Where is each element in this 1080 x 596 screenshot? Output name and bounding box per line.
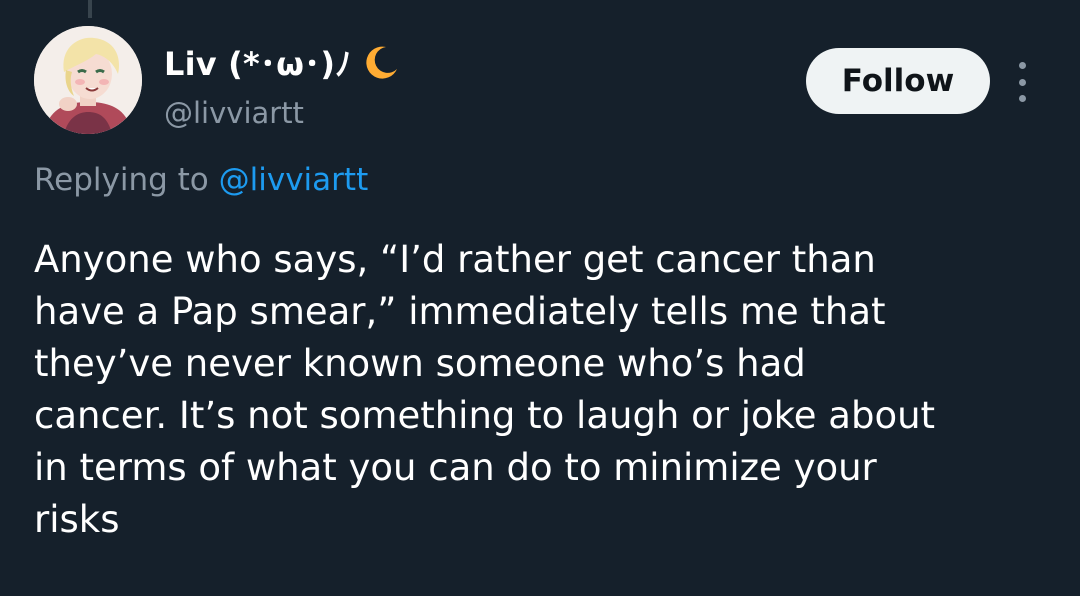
avatar[interactable] bbox=[34, 26, 142, 134]
thread-connector-line bbox=[88, 0, 92, 18]
replying-to-prefix: Replying to bbox=[34, 162, 209, 198]
author-name-row: Liv (*･ω･)ﾉ bbox=[164, 38, 401, 86]
tweet-text-line: risks bbox=[34, 498, 120, 541]
crescent-moon-icon bbox=[361, 42, 401, 82]
more-dot bbox=[1018, 95, 1026, 102]
more-dot bbox=[1018, 62, 1026, 69]
replying-to-mention[interactable]: @livviartt bbox=[219, 162, 369, 198]
follow-button[interactable]: Follow bbox=[806, 48, 990, 114]
author-handle[interactable]: @livviartt bbox=[164, 96, 304, 130]
tweet-text-line: have a Pap smear,” immediately tells me … bbox=[34, 290, 886, 333]
more-options-icon[interactable] bbox=[1012, 62, 1032, 102]
author-display-name[interactable]: Liv (*･ω･)ﾉ bbox=[164, 39, 351, 85]
tweet-text-line: they’ve never known someone who’s had bbox=[34, 342, 806, 385]
replying-to-line: Replying to @livviartt bbox=[34, 162, 368, 198]
tweet-text-line: cancer. It’s not something to laugh or j… bbox=[34, 394, 936, 437]
avatar-illustration bbox=[34, 26, 142, 134]
tweet-text: Anyone who says, “I’d rather get cancer … bbox=[34, 234, 1064, 546]
tweet-text-line: Anyone who says, “I’d rather get cancer … bbox=[34, 238, 876, 281]
more-dot bbox=[1018, 78, 1026, 86]
tweet-text-line: in terms of what you can do to minimize … bbox=[34, 446, 877, 489]
